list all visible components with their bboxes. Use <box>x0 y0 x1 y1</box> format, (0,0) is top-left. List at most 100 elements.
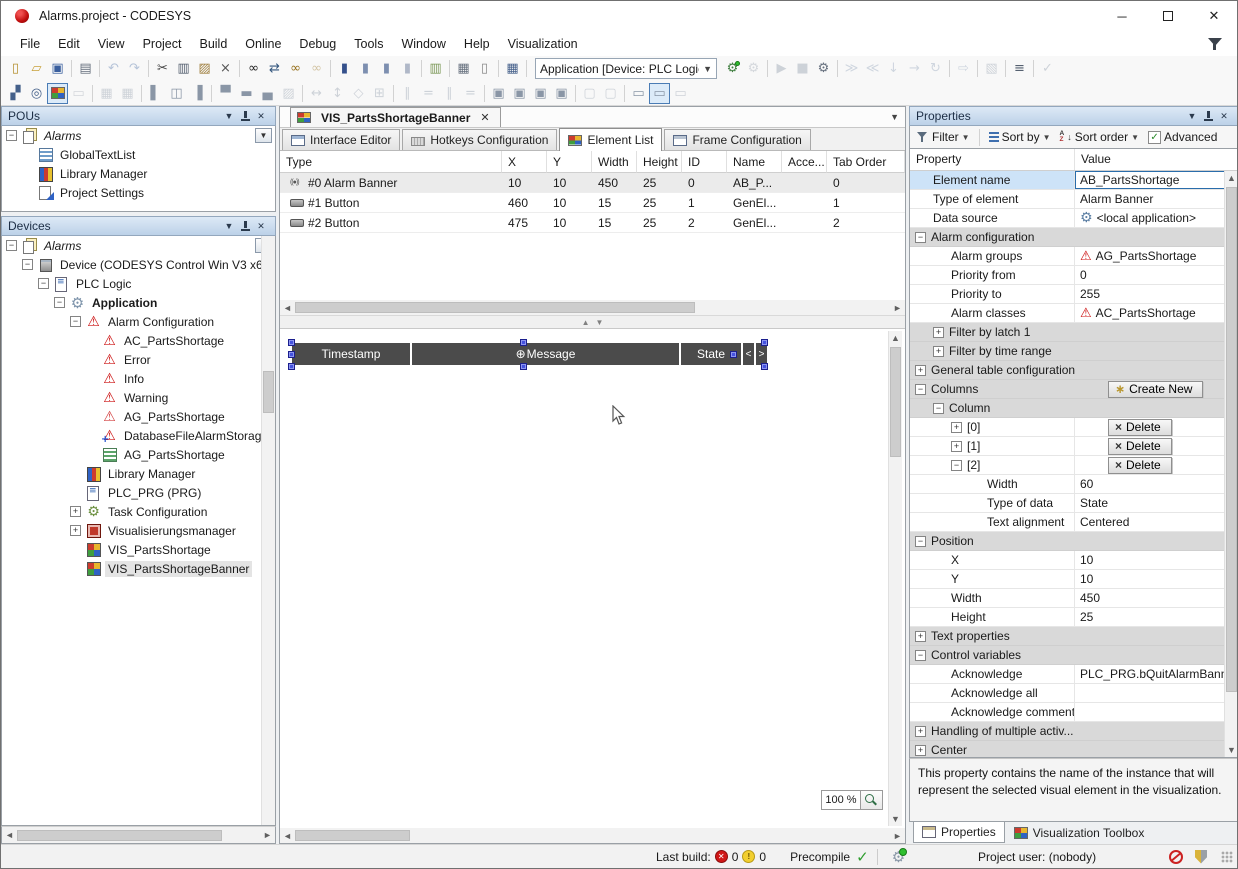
property-value-cell[interactable]: State <box>1075 494 1238 512</box>
devices-item-application[interactable]: −⚙Application <box>2 293 275 312</box>
property-value-cell[interactable]: 60 <box>1075 475 1238 493</box>
property-name-cell[interactable]: −Alarm configuration <box>910 228 1075 246</box>
pous-item-alarms[interactable]: −Alarms▼ <box>2 126 275 145</box>
scroll-right-icon[interactable]: ► <box>890 300 905 315</box>
property-value-cell[interactable] <box>1075 684 1238 702</box>
pous-item-project-settings[interactable]: Project Settings <box>2 183 275 202</box>
property-value-cell[interactable]: AB_PartsShortage <box>1075 171 1238 189</box>
column-header-tab-order[interactable]: Tab Order <box>827 151 905 173</box>
selection-handle[interactable] <box>520 363 527 370</box>
property-value-cell[interactable] <box>1075 361 1238 379</box>
menu-file[interactable]: File <box>11 33 49 55</box>
scroll-down-icon[interactable]: ▼ <box>1225 743 1238 757</box>
property-value-cell[interactable]: ⚠AC_PartsShortage <box>1075 304 1238 322</box>
devices-item-info[interactable]: ⚠Info <box>2 369 275 388</box>
canvas-horizontal-scrollbar[interactable]: ◄ ► <box>280 828 905 843</box>
replace-icon[interactable]: ⇄ <box>264 58 285 79</box>
previous-bookmark-icon[interactable]: ▮ <box>376 58 397 79</box>
property-row-height[interactable]: Height25 <box>910 608 1238 627</box>
property-name-cell[interactable]: +[0] <box>910 418 1075 436</box>
scrollbar-thumb[interactable] <box>295 830 410 841</box>
subtab-frame-configuration[interactable]: Frame Configuration <box>664 129 810 150</box>
selection-handle[interactable] <box>288 339 295 346</box>
scrollbar-thumb[interactable] <box>890 347 901 457</box>
tab-visualization-toolbox[interactable]: Visualization Toolbox <box>1005 822 1154 843</box>
send-backward-icon[interactable]: ▣ <box>551 83 572 104</box>
property-row-acknowledge[interactable]: AcknowledgePLC_PRG.bQuitAlarmBanner <box>910 665 1238 684</box>
column-header-acce[interactable]: Acce... <box>782 151 827 173</box>
logout-icon[interactable]: ⚙ <box>743 58 764 79</box>
property-name-cell[interactable]: X <box>910 551 1075 569</box>
property-value-cell[interactable]: ⚠AG_PartsShortage <box>1075 247 1238 265</box>
property-value-cell[interactable] <box>1075 703 1238 721</box>
property-row-alarm-configuration[interactable]: −Alarm configuration <box>910 228 1238 247</box>
splitter-down-icon[interactable]: ▼ <box>596 318 604 327</box>
scroll-right-icon[interactable]: ► <box>890 828 905 843</box>
scroll-right-icon[interactable]: ► <box>260 827 275 843</box>
banner-column-message[interactable]: ⊕Message <box>412 343 679 365</box>
property-value-cell[interactable] <box>1075 342 1238 360</box>
find-in-project-icon[interactable]: ∞ <box>285 58 306 79</box>
alarm-banner-element[interactable]: Timestamp⊕MessageState<> <box>292 343 769 365</box>
toggle-bookmark-icon[interactable]: ▮ <box>334 58 355 79</box>
property-value-cell[interactable]: 10 <box>1075 570 1238 588</box>
property-name-cell[interactable]: Element name <box>910 171 1075 189</box>
scroll-up-icon[interactable]: ▲ <box>889 331 902 345</box>
devices-item-library-manager[interactable]: Library Manager <box>2 464 275 483</box>
property-name-cell[interactable]: Type of data <box>910 494 1075 512</box>
bring-to-front-icon[interactable]: ▣ <box>488 83 509 104</box>
property-row-x[interactable]: X10 <box>910 551 1238 570</box>
replace-in-project-icon[interactable]: ∞ <box>306 58 327 79</box>
property-row-2[interactable]: −[2]×Delete <box>910 456 1238 475</box>
build-icon[interactable]: ▦ <box>502 58 523 79</box>
tree-expander[interactable]: + <box>70 506 81 517</box>
tree-expander[interactable]: − <box>6 130 17 141</box>
devices-item-alarm-configuration[interactable]: −⚠Alarm Configuration <box>2 312 275 331</box>
visualization-wizard-icon[interactable]: ▞ <box>5 83 26 104</box>
property-row-filter-by-latch-1[interactable]: +Filter by latch 1 <box>910 323 1238 342</box>
generate-code-icon[interactable]: ✓ <box>1037 58 1058 79</box>
paste-icon[interactable]: ▨ <box>194 58 215 79</box>
devices-vertical-scrollbar[interactable] <box>261 236 275 825</box>
tab-list-dropdown-icon[interactable]: ▼ <box>890 112 899 122</box>
selection-handle[interactable] <box>761 339 768 346</box>
property-name-cell[interactable]: Text alignment <box>910 513 1075 531</box>
visualization-zoom-icon[interactable]: ◎ <box>26 83 47 104</box>
active-application-combobox[interactable]: Application [Device: PLC Logic]▼ <box>535 58 717 79</box>
property-value-cell[interactable] <box>1075 722 1238 740</box>
property-row-text-alignment[interactable]: Text alignmentCentered <box>910 513 1238 532</box>
align-top-icon[interactable]: ▀ <box>215 83 236 104</box>
stop-icon[interactable]: ■ <box>792 58 813 79</box>
next-bookmark-icon[interactable]: ▮ <box>355 58 376 79</box>
selection-handle[interactable] <box>288 351 295 358</box>
make-same-height-icon[interactable]: ↕ <box>327 83 348 104</box>
align-middle-icon[interactable]: ▬ <box>236 83 257 104</box>
property-value-cell[interactable]: 10 <box>1075 551 1238 569</box>
subtab-hotkeys-configuration[interactable]: Hotkeys Configuration <box>402 129 557 150</box>
document-tab[interactable]: VIS_PartsShortageBanner ✕ <box>290 107 501 127</box>
print-icon[interactable]: ▤ <box>75 58 96 79</box>
devices-item-alarms[interactable]: −Alarms▼ <box>2 236 275 255</box>
tree-expander[interactable]: − <box>70 316 81 327</box>
ungroup-icon[interactable]: ▦ <box>117 83 138 104</box>
property-expander[interactable]: + <box>933 327 944 338</box>
new-document-icon[interactable]: ▯ <box>474 58 495 79</box>
devices-item-vis-partsshortage[interactable]: VIS_PartsShortage <box>2 540 275 559</box>
property-value-cell[interactable]: PLC_PRG.bQuitAlarmBanner <box>1075 665 1238 683</box>
property-row-handling-of-multiple-activ[interactable]: +Handling of multiple activ... <box>910 722 1238 741</box>
scrollbar-thumb[interactable] <box>263 371 274 413</box>
property-value-cell[interactable]: 450 <box>1075 589 1238 607</box>
element-row-2-button[interactable]: #2 Button4751015252GenEl...2 <box>280 213 905 233</box>
login-icon[interactable]: ⚙ <box>722 58 743 79</box>
column-header-type[interactable]: Type <box>280 151 502 173</box>
property-row-type-of-element[interactable]: Type of elementAlarm Banner <box>910 190 1238 209</box>
breakpoints-icon[interactable]: ⚙ <box>813 58 834 79</box>
align-left-icon[interactable]: ▌ <box>145 83 166 104</box>
maximize-button[interactable] <box>1145 1 1191 31</box>
close-button[interactable]: ✕ <box>1191 1 1237 31</box>
filter-button[interactable]: Filter ▼ <box>914 129 973 145</box>
new-project-icon[interactable]: ▯ <box>5 58 26 79</box>
devices-close-icon[interactable]: ✕ <box>253 219 269 233</box>
align-center-icon[interactable]: ◫ <box>166 83 187 104</box>
property-name-cell[interactable]: +Handling of multiple activ... <box>910 722 1075 740</box>
